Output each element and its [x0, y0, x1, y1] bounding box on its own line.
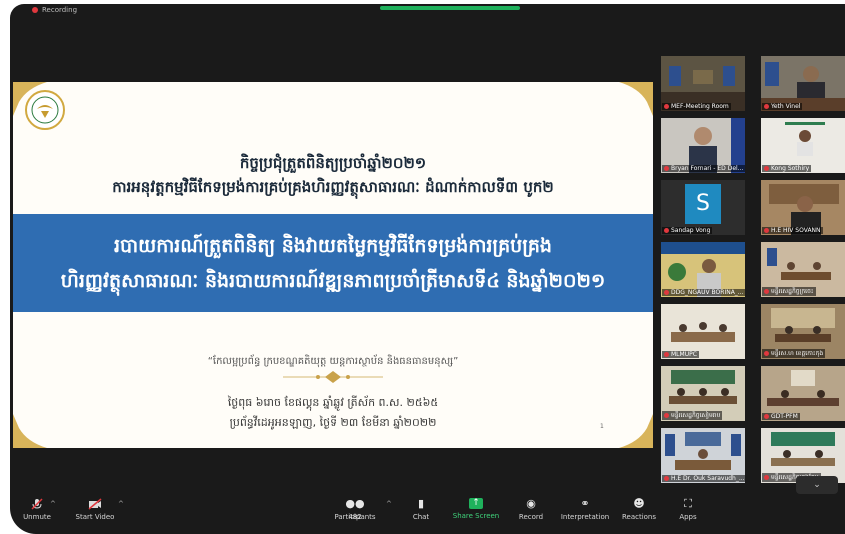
mic-muted-icon — [764, 228, 769, 233]
interpretation-label: Interpretation — [560, 513, 610, 521]
smiley-plus-icon: ☻ — [633, 497, 645, 510]
collapse-gallery-button[interactable]: ⌄ — [796, 476, 838, 494]
mic-muted-icon — [664, 228, 669, 233]
record-icon: ◉ — [526, 497, 536, 510]
participant-name: Bryan Fornari - ED Del... — [671, 165, 744, 172]
chevron-down-icon: ⌄ — [813, 480, 821, 490]
participant-name: MLMUPC — [671, 351, 697, 358]
participant-tile[interactable]: MEF-Meeting Room — [661, 56, 745, 111]
participants-icon: ●● 482 — [345, 497, 365, 522]
share-screen-label: Share Screen — [452, 512, 500, 520]
participants-label: Participants — [334, 513, 376, 521]
participant-tile[interactable]: មន្ទីរស.ហ ខេត្តកោះកុង — [761, 304, 845, 359]
mute-label: Unmute — [23, 513, 51, 521]
participants-button[interactable]: ●● 482 Participants ^ — [320, 497, 391, 522]
apps-label: Apps — [679, 513, 697, 521]
participant-tile-active-speaker[interactable]: Yeth Vinel — [761, 56, 845, 111]
participant-name: MEF-Meeting Room — [671, 103, 729, 110]
participant-name: Sandap Vong — [671, 227, 711, 234]
participant-name: Yeth Vinel — [771, 103, 801, 110]
start-video-label: Start Video — [75, 513, 115, 521]
participant-name: GDT-PFM — [771, 413, 798, 420]
participant-name: DDG_NGAUV BORINA_... — [671, 289, 744, 296]
divider-ornament-icon — [283, 371, 383, 383]
mic-muted-icon — [664, 413, 669, 418]
globe-icon: ⚭ — [580, 497, 590, 510]
apps-icon: ⛶ — [684, 497, 692, 510]
mic-muted-icon — [664, 166, 669, 171]
meeting-window: Recording កិច្ចប្រជុំត្រួតពិនិត្យប្រចាំឆ… — [10, 4, 845, 534]
mic-muted-icon — [764, 351, 769, 356]
video-options-chevron-icon[interactable]: ^ — [118, 500, 124, 508]
participant-name: Kong Sothiry — [771, 165, 810, 172]
mic-muted-icon — [664, 476, 669, 481]
mic-muted-icon — [764, 289, 769, 294]
start-video-button[interactable]: Start Video ^ — [60, 498, 130, 521]
reactions-label: Reactions — [621, 513, 657, 521]
participant-tile[interactable]: Bryan Fornari - ED Del... — [661, 118, 745, 173]
slide-title-line1: កិច្ចប្រជុំត្រួតពិនិត្យប្រចាំឆ្នាំ២០២១ — [239, 154, 427, 172]
slide-title-line2: ការអនុវត្តកម្មវិធីកែទម្រង់ការគ្រប់គ្រងហិ… — [112, 178, 554, 196]
slide-blue-band: របាយការណ៍ត្រួតពិនិត្យ និងវាយតម្លៃកម្មវិធ… — [13, 214, 653, 312]
shared-screen-slide: កិច្ចប្រជុំត្រួតពិនិត្យប្រចាំឆ្នាំ២០២១ ក… — [13, 82, 653, 448]
participant-tile[interactable]: MLMUPC — [661, 304, 745, 359]
ministry-logo — [25, 90, 65, 130]
chat-bubble-icon: ▮ — [417, 497, 425, 510]
participant-tile[interactable]: GDT-PFM — [761, 366, 845, 421]
top-status-bar: Recording — [10, 4, 845, 18]
recording-label: Recording — [42, 6, 78, 14]
slide-lunar-date: ថ្ងៃពុធ ៦រោច ខែផល្គុន ឆ្នាំឆ្លូវ ត្រីស័ក… — [227, 396, 439, 409]
video-off-icon — [88, 498, 102, 510]
microphone-muted-icon — [30, 498, 44, 510]
mic-muted-icon — [664, 352, 669, 357]
slide-meeting-date: ប្រព័ន្ធវីដេអូអនឡាញ, ថ្ងៃទី ២៣ ខែមីនា ឆ្… — [229, 416, 437, 429]
mic-muted-icon — [764, 414, 769, 419]
corner-ornament-icon — [619, 82, 653, 116]
mic-muted-icon — [764, 475, 769, 480]
participant-name: មន្ទីរស.ហ ខេត្តកោះកុង — [771, 350, 824, 357]
meeting-toolbar: Unmute ^ Start Video ^ ●● 482 Participan… — [10, 498, 845, 534]
recording-indicator: Recording — [32, 6, 77, 14]
slide-page-number: 1 — [600, 423, 604, 430]
participant-tile[interactable]: H.E HIV SOVANN — [761, 180, 845, 235]
report-title-line2: ហិរញ្ញវត្ថុសាធារណៈ និងរបាយការណ៍វឌ្ឍនភាពប… — [60, 270, 606, 292]
participant-tile[interactable]: DDG_NGAUV BORINA_... — [661, 242, 745, 297]
participant-avatar: S — [685, 184, 721, 224]
participant-tile[interactable]: H.E Dr. Ouk Saravudh_... — [661, 428, 745, 483]
participant-tile[interactable]: មន្ទីរសេដ្ឋកិច្ចសៀមរាប — [661, 366, 745, 421]
mic-muted-icon — [764, 166, 769, 171]
participant-name: មន្ទីរសេដ្ឋកិច្ចសៀមរាប — [671, 412, 721, 419]
recording-dot-icon — [32, 7, 38, 13]
mic-muted-icon — [764, 104, 769, 109]
chat-label: Chat — [412, 513, 430, 521]
mic-muted-icon — [664, 290, 669, 295]
slide-motto: “កែលម្អប្រព័ន្ធ ក្របខណ្ឌគតិយុត្ត យន្តការ… — [207, 356, 459, 367]
participant-tile[interactable]: មន្ទីរសេដ្ឋកិច្ចក្រចេះ — [761, 242, 845, 297]
screen-share-indicator-bar[interactable] — [380, 6, 520, 10]
participant-tile[interactable]: មន្ទីរសេដ្ឋកិច្ចក្រុងកែប — [761, 428, 845, 483]
mute-options-chevron-icon[interactable]: ^ — [50, 500, 56, 508]
report-title-line1: របាយការណ៍ត្រួតពិនិត្យ និងវាយតម្លៃកម្មវិធ… — [113, 235, 552, 257]
record-label: Record — [518, 513, 544, 521]
apps-button[interactable]: ⛶ Apps — [653, 497, 723, 522]
participant-tile[interactable]: S Sandap Vong — [661, 180, 745, 235]
participant-gallery: MEF-Meeting Room Yeth Vinel Bryan Fornar… — [661, 56, 845, 483]
participant-tile[interactable]: Kong Sothiry — [761, 118, 845, 173]
mic-muted-icon — [664, 104, 669, 109]
participant-name: H.E Dr. Ouk Saravudh_... — [671, 475, 745, 482]
participant-name: H.E HIV SOVANN — [771, 227, 821, 234]
participant-name: មន្ទីរសេដ្ឋកិច្ចក្រចេះ — [771, 288, 814, 295]
share-screen-arrow-icon: ↑ — [469, 498, 483, 509]
